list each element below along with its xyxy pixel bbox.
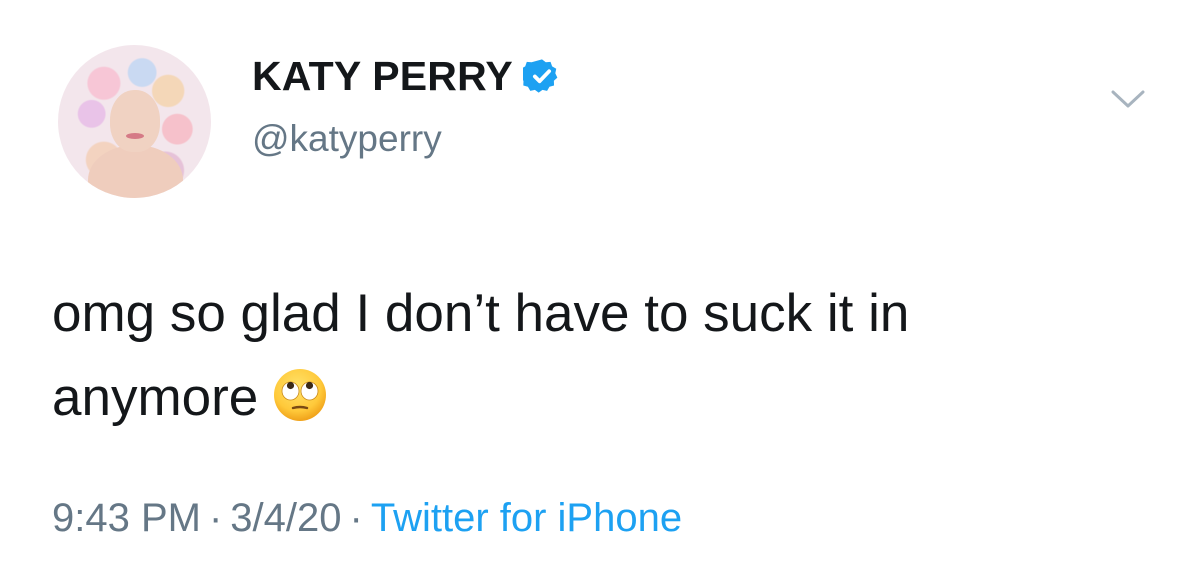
verified-badge-icon: [522, 59, 558, 93]
avatar-lips: [126, 133, 144, 139]
author-handle[interactable]: @katyperry: [252, 118, 442, 160]
avatar-shoulders: [88, 145, 183, 198]
avatar[interactable]: [58, 45, 211, 198]
tweet-meta: 9:43 PM · 3/4/20 · Twitter for iPhone: [52, 496, 682, 541]
author-display-name[interactable]: KATY PERRY: [252, 53, 513, 100]
author-name-row: KATY PERRY: [252, 52, 561, 100]
avatar-face: [110, 90, 160, 152]
tweet-source-link[interactable]: Twitter for iPhone: [371, 496, 682, 540]
meta-separator: ·: [208, 496, 223, 540]
tweet-text-line-1: omg so glad I don’t have to suck it in: [52, 284, 910, 343]
tweet-date[interactable]: 3/4/20: [230, 496, 341, 540]
tweet-text-line-2-words: anymore: [52, 368, 259, 427]
tweet-text-line-2: anymore: [52, 356, 1152, 440]
tweet-card: KATY PERRY @katyperry omg so glad I don’…: [0, 0, 1200, 585]
meta-separator: ·: [349, 496, 363, 540]
tweet-time: 9:43 PM: [52, 496, 201, 540]
tweet-text: omg so glad I don’t have to suck it in a…: [52, 272, 1152, 440]
face-with-rolling-eyes-emoji-icon: [274, 369, 327, 421]
chevron-down-icon[interactable]: [1110, 88, 1146, 110]
